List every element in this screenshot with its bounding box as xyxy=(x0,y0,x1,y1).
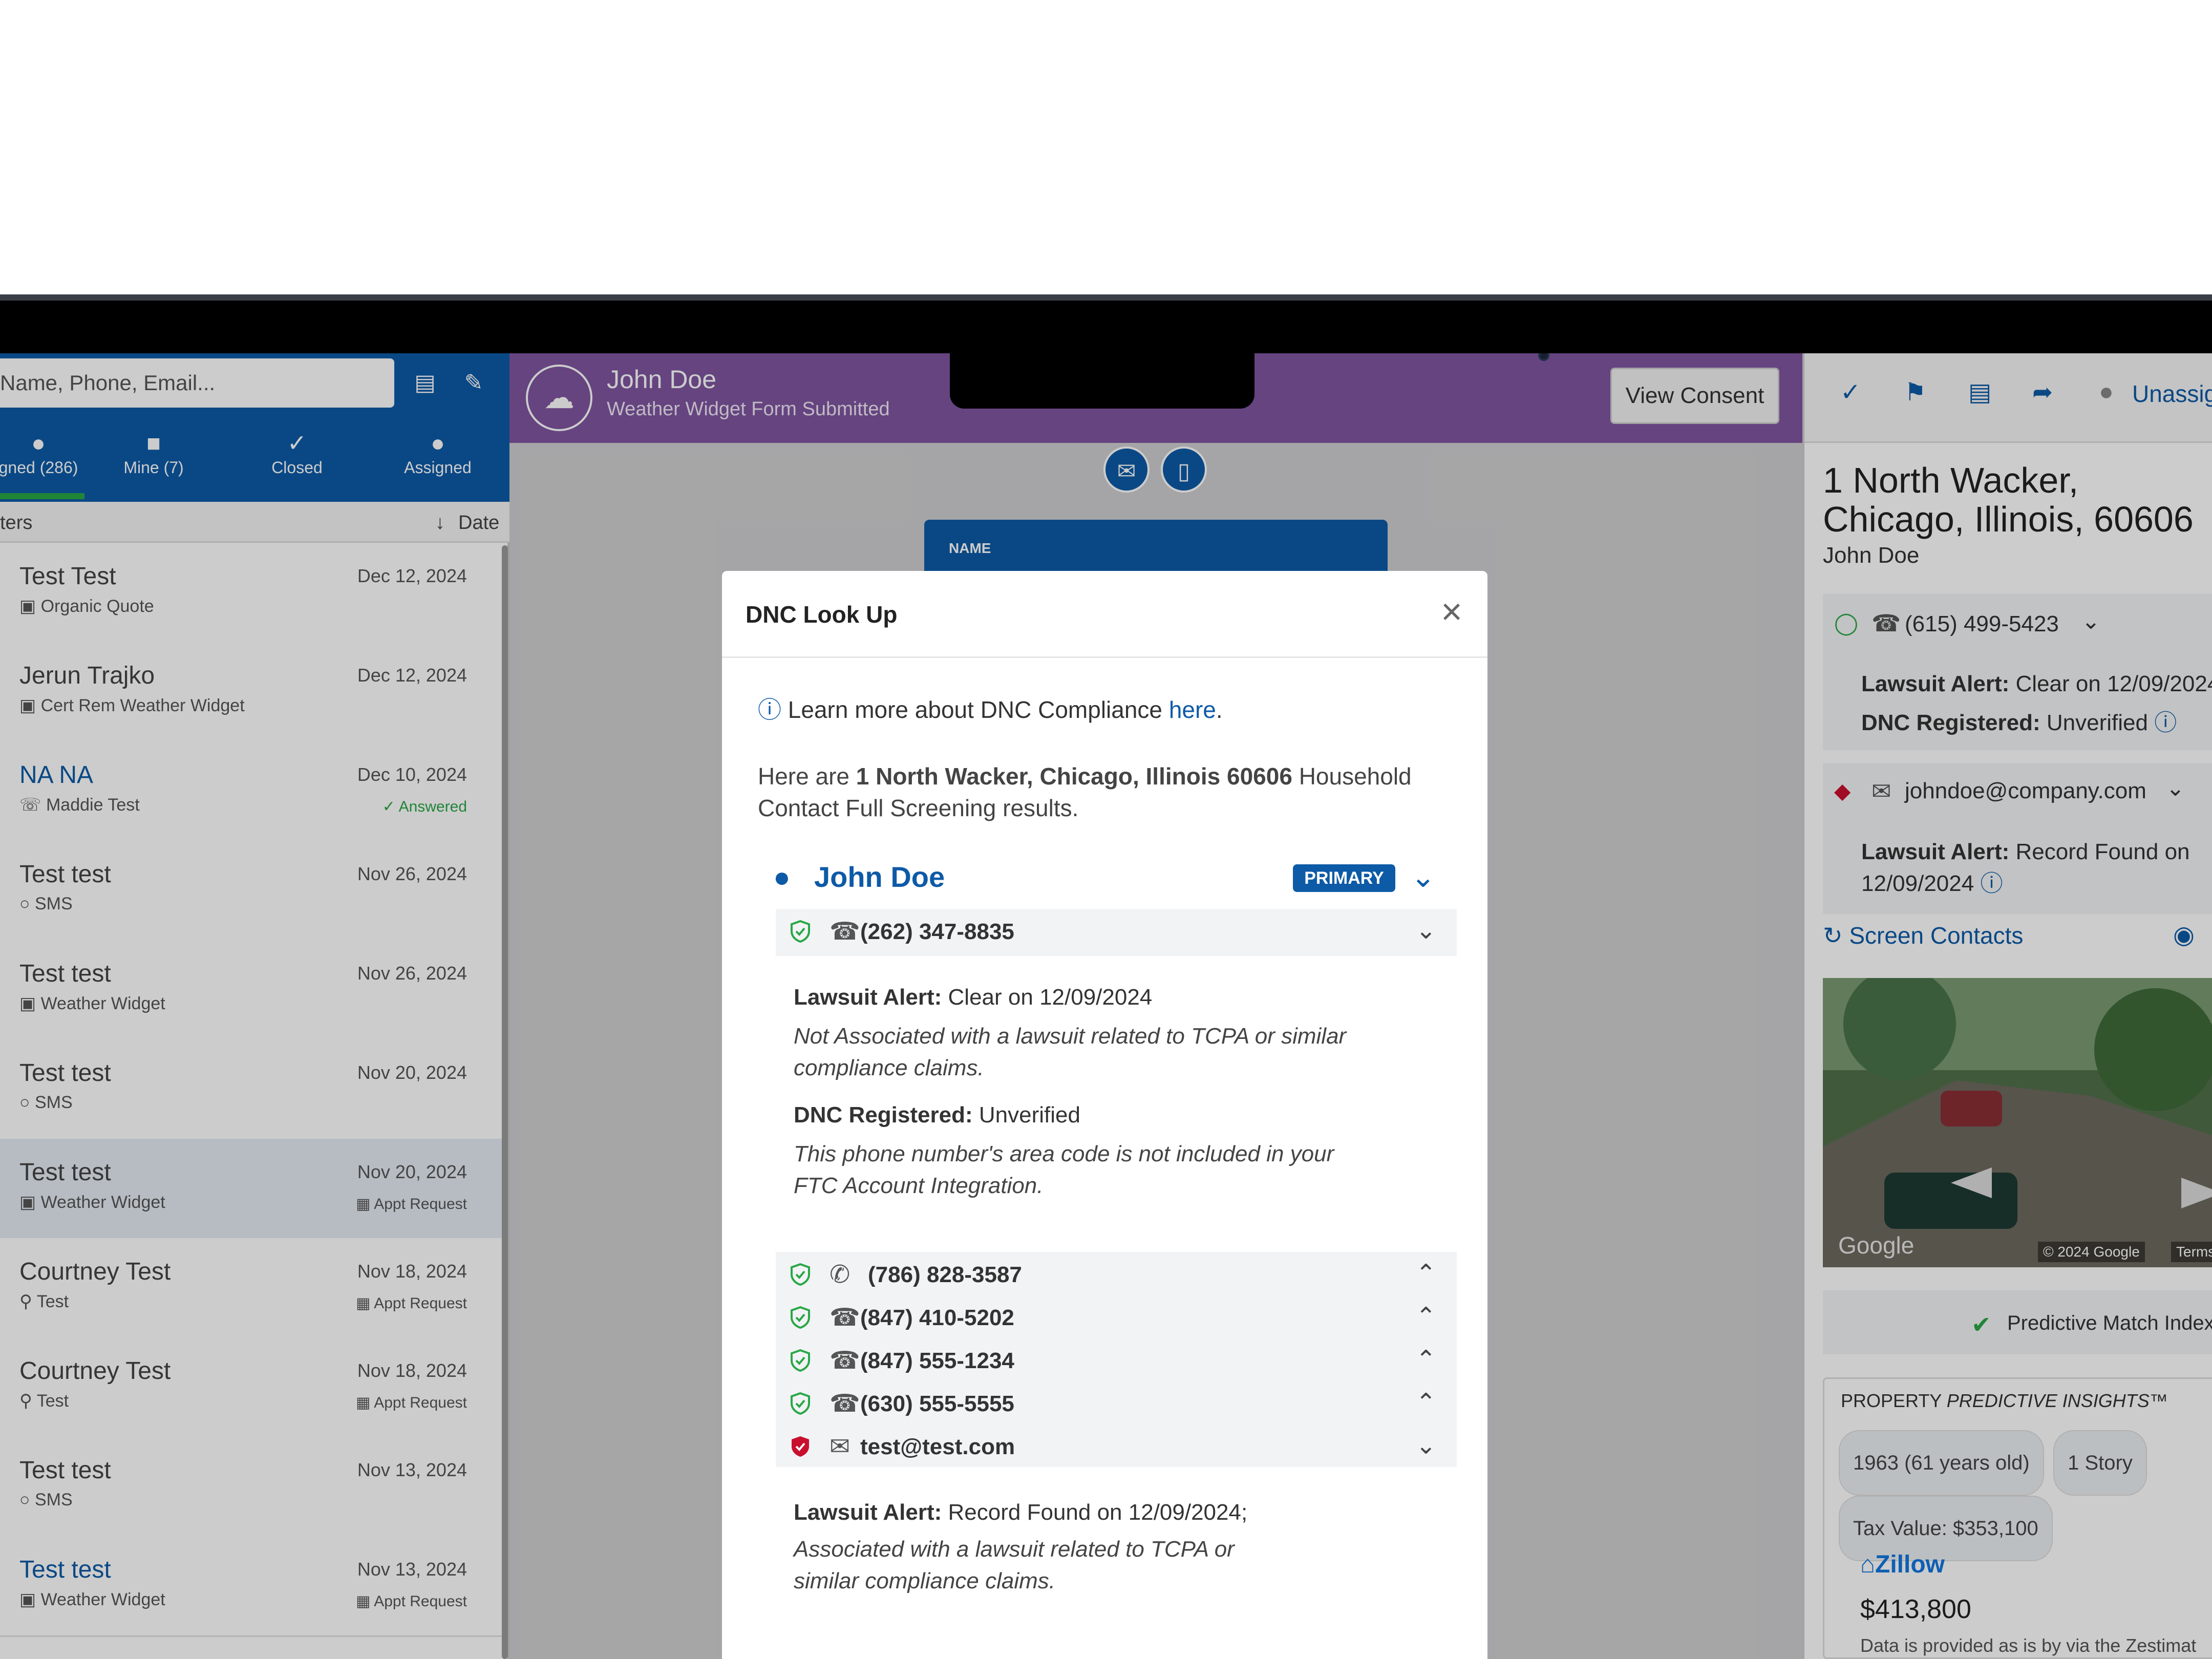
user-circle-icon: ● xyxy=(773,861,791,893)
phone-icon: ☎ xyxy=(830,918,860,945)
screening-detail: Lawsuit Alert: Record Found on 12/09/202… xyxy=(794,1467,1439,1644)
lawsuit-label: Lawsuit Alert: xyxy=(794,985,942,1010)
info-text: Learn more about DNC Compliance xyxy=(788,696,1163,723)
screened-phone-item[interactable]: ✆ (786) 828-3587 ⌃ xyxy=(776,1252,1457,1295)
lawsuit-note: Associated with a lawsuit related to TCP… xyxy=(794,1537,1235,1593)
phone-value: (262) 347-8835 xyxy=(860,919,1014,944)
phone-icon: ☎ xyxy=(830,1347,860,1374)
phone-off-icon: ✆ xyxy=(830,1261,850,1288)
dnc-note: This phone number's area code is not inc… xyxy=(794,1141,1334,1198)
shield-check-icon xyxy=(791,920,810,943)
dnc-value: Unverified xyxy=(979,1102,1080,1128)
mail-icon: ✉ xyxy=(830,1433,850,1460)
dnc-compliance-link[interactable]: here xyxy=(1169,696,1216,723)
chevron-up-icon[interactable]: ⌃ xyxy=(1416,1345,1436,1374)
chevron-down-icon[interactable]: ⌄ xyxy=(1416,1431,1436,1460)
lawsuit-label: Lawsuit Alert: xyxy=(794,1500,942,1525)
phone-icon: ☎ xyxy=(830,1390,860,1417)
household-contact-header[interactable]: ● John Doe PRIMARY ⌄ xyxy=(773,855,1459,901)
info-period: . xyxy=(1216,696,1223,723)
dnc-lookup-modal: DNC Look Up × ⓘ Learn more about DNC Com… xyxy=(722,571,1487,1659)
dnc-info-line: ⓘ Learn more about DNC Compliance here. xyxy=(758,691,1223,725)
intro-address: 1 North Wacker, Chicago, Illinois 60606 xyxy=(856,763,1292,790)
lawsuit-value: Record Found on 12/09/2024; xyxy=(948,1500,1248,1525)
screening-detail: Lawsuit Alert: Clear on 12/09/2024 Not A… xyxy=(794,956,1439,1253)
primary-badge: PRIMARY xyxy=(1293,864,1395,892)
phone-icon: ☎ xyxy=(830,1304,860,1331)
screened-phone-item[interactable]: ☎ (847) 410-5202 ⌃ xyxy=(776,1295,1457,1338)
phone-value: (847) 410-5202 xyxy=(860,1305,1014,1330)
app-screen: Name, Phone, Email... ▤ ✎ ● gned (286) ■… xyxy=(0,353,2212,1659)
lawsuit-value: Clear on 12/09/2024 xyxy=(948,985,1153,1010)
intro-prefix: Here are xyxy=(758,763,849,790)
info-icon: ⓘ xyxy=(758,696,781,723)
phone-value: (630) 555-5555 xyxy=(860,1391,1014,1416)
shield-check-icon xyxy=(791,1306,810,1329)
email-value: test@test.com xyxy=(860,1434,1015,1459)
chevron-up-icon[interactable]: ⌃ xyxy=(1416,1388,1436,1417)
dnc-label: DNC Registered: xyxy=(794,1102,973,1128)
chevron-down-icon[interactable]: ⌄ xyxy=(1416,916,1436,945)
shield-check-icon xyxy=(791,1392,810,1415)
household-contact-name: John Doe xyxy=(814,861,945,893)
shield-check-icon xyxy=(791,1349,810,1372)
shield-check-icon xyxy=(791,1263,810,1286)
device-bezel xyxy=(0,294,2212,353)
lawsuit-note: Not Associated with a lawsuit related to… xyxy=(794,1024,1347,1080)
shield-alert-icon xyxy=(792,1436,809,1457)
screened-phone-item[interactable]: ☎ (630) 555-5555 ⌃ xyxy=(776,1381,1457,1424)
chevron-up-icon[interactable]: ⌃ xyxy=(1416,1302,1436,1331)
close-icon[interactable]: × xyxy=(1431,591,1472,632)
screened-phone-item[interactable]: ☎ (847) 555-1234 ⌃ xyxy=(776,1338,1457,1381)
phone-value: (786) 828-3587 xyxy=(868,1262,1022,1287)
modal-header: DNC Look Up × xyxy=(722,571,1487,658)
phone-value: (847) 555-1234 xyxy=(860,1348,1014,1373)
screened-email-item[interactable]: ✉ test@test.com ⌄ xyxy=(776,1424,1457,1467)
chevron-down-icon[interactable]: ⌄ xyxy=(1411,859,1436,894)
screened-phone-item[interactable]: ☎ (262) 347-8835 ⌄ xyxy=(776,909,1457,956)
chevron-up-icon[interactable]: ⌃ xyxy=(1416,1259,1436,1288)
modal-title: DNC Look Up xyxy=(746,601,898,628)
screening-intro: Here are 1 North Wacker, Chicago, Illino… xyxy=(758,760,1434,824)
